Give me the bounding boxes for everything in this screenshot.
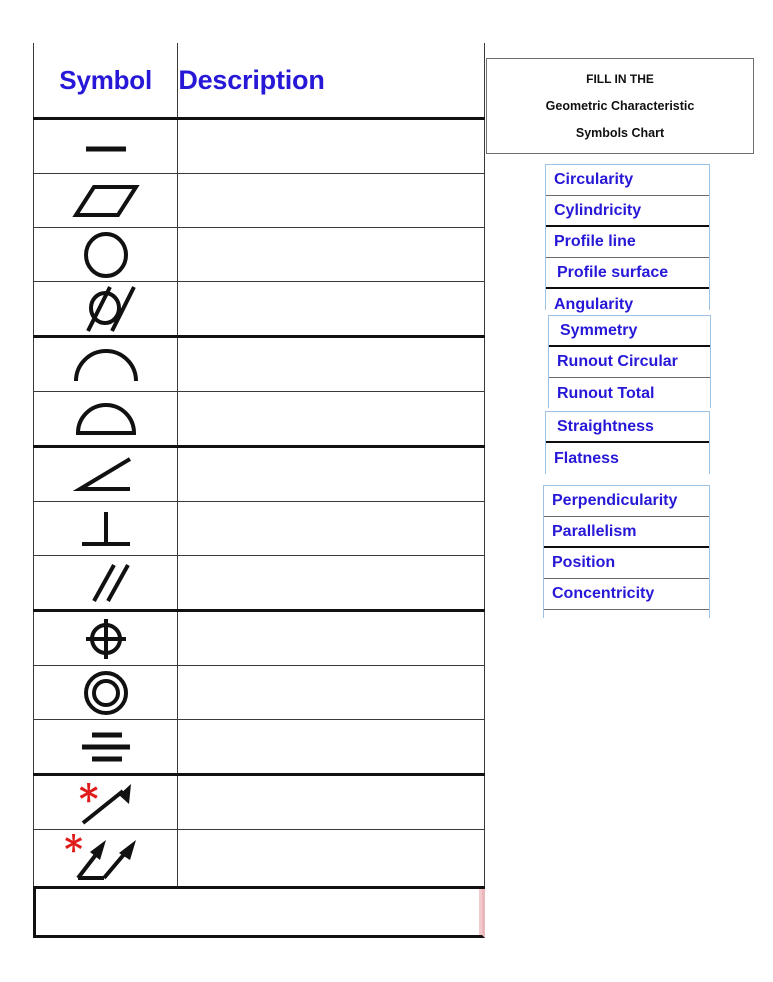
- total-runout-symbol: [32, 829, 179, 889]
- description-field-perpendicularity[interactable]: [177, 501, 485, 556]
- symmetry-icon: [81, 732, 130, 761]
- description-field-angularity[interactable]: [177, 446, 485, 502]
- word-item-blank: [544, 610, 709, 620]
- straightness-symbol: [32, 118, 179, 174]
- profile-of-a-surface-symbol: [32, 391, 179, 448]
- concentricity-symbol: [32, 665, 179, 720]
- angularity-icon: [72, 456, 131, 491]
- circular-runout-icon: [79, 782, 131, 825]
- table-row: [32, 555, 485, 612]
- word-item-circularity[interactable]: Circularity: [546, 165, 709, 196]
- word-item-runout-total[interactable]: Runout Total: [549, 378, 710, 409]
- title-line-2: Geometric Characteristic: [545, 98, 695, 113]
- geometric-symbols-table: Symbol Description: [32, 43, 485, 889]
- concentricity-icon: [83, 670, 128, 715]
- description-field-total-runout[interactable]: [177, 829, 485, 889]
- description-field-profile-line[interactable]: [177, 335, 485, 392]
- table-row: [32, 335, 485, 392]
- cylindricity-icon: [85, 285, 136, 332]
- description-field-straightness[interactable]: [177, 118, 485, 174]
- cylindricity-symbol: [32, 281, 179, 338]
- symmetry-symbol: [32, 719, 179, 776]
- perpendicularity-icon: [81, 511, 130, 546]
- description-field-position[interactable]: [177, 610, 485, 666]
- circular-runout-symbol: [32, 774, 179, 830]
- profile-line-icon: [73, 348, 138, 381]
- asterisk-marker: [64, 834, 82, 853]
- description-field-circular-runout[interactable]: [177, 774, 485, 830]
- word-bank-group-3: Straightness Flatness: [545, 411, 710, 474]
- word-bank-group-1: Circularity Cylindricity Profile line Pr…: [545, 164, 710, 320]
- total-runout-icon: [64, 834, 136, 880]
- table-row: [32, 610, 485, 666]
- word-item-perpendicularity[interactable]: Perpendicularity: [544, 486, 709, 517]
- asterisk-marker: [79, 782, 98, 802]
- word-item-runout-circular[interactable]: Runout Circular: [549, 347, 710, 378]
- chart-title-box: FILL IN THE Geometric Characteristic Sym…: [486, 58, 754, 154]
- title-line-3: Symbols Chart: [575, 126, 665, 140]
- table-row: [32, 391, 485, 448]
- description-field-symmetry[interactable]: [177, 719, 485, 776]
- word-item-profile-surface[interactable]: Profile surface: [546, 258, 709, 289]
- word-item-profile-line[interactable]: Profile line: [546, 227, 709, 258]
- column-header-symbol: Symbol: [32, 43, 179, 120]
- description-field-concentricity[interactable]: [177, 665, 485, 720]
- profile-surface-icon: [75, 402, 136, 435]
- table-row: [32, 829, 485, 889]
- table-row: [32, 719, 485, 776]
- description-field-parallelism[interactable]: [177, 555, 485, 612]
- position-icon: [85, 618, 126, 659]
- word-bank-group-2: Symmetry Runout Circular Runout Total: [548, 315, 711, 409]
- table-row: [32, 281, 485, 338]
- perpendicularity-symbol: [32, 501, 179, 556]
- table-row: [32, 173, 485, 228]
- word-item-cylindricity[interactable]: Cylindricity: [546, 196, 709, 227]
- flatness-icon: [71, 184, 140, 217]
- circularity-symbol: [32, 227, 179, 282]
- word-item-symmetry[interactable]: Symmetry: [549, 316, 710, 347]
- title-line-1: FILL IN THE: [586, 71, 654, 86]
- table-row: [32, 227, 485, 282]
- parallelism-symbol: [32, 555, 179, 612]
- circularity-icon: [83, 231, 128, 278]
- word-bank-group-4: Perpendicularity Parallelism Position Co…: [543, 485, 710, 620]
- description-field-circularity[interactable]: [177, 227, 485, 282]
- word-item-straightness[interactable]: Straightness: [546, 412, 709, 443]
- position-symbol: [32, 610, 179, 666]
- flatness-symbol: [32, 173, 179, 228]
- table-row: [32, 446, 485, 502]
- description-field-flatness[interactable]: [177, 173, 485, 228]
- description-field-profile-surface[interactable]: [177, 391, 485, 448]
- word-item-concentricity[interactable]: Concentricity: [544, 579, 709, 610]
- table-row: [32, 774, 485, 830]
- table-row: [32, 665, 485, 720]
- table-row: [32, 501, 485, 556]
- straightness-icon: [85, 146, 126, 151]
- word-item-parallelism[interactable]: Parallelism: [544, 517, 709, 548]
- column-header-description: Description: [177, 43, 485, 120]
- parallelism-icon: [91, 563, 130, 602]
- table-row: [32, 118, 485, 174]
- table-header-row: Symbol Description: [32, 43, 485, 120]
- profile-of-a-line-symbol: [32, 335, 179, 392]
- description-field-cylindricity[interactable]: [177, 281, 485, 338]
- word-item-flatness[interactable]: Flatness: [546, 443, 709, 474]
- word-item-position[interactable]: Position: [544, 548, 709, 579]
- angularity-symbol: [32, 446, 179, 502]
